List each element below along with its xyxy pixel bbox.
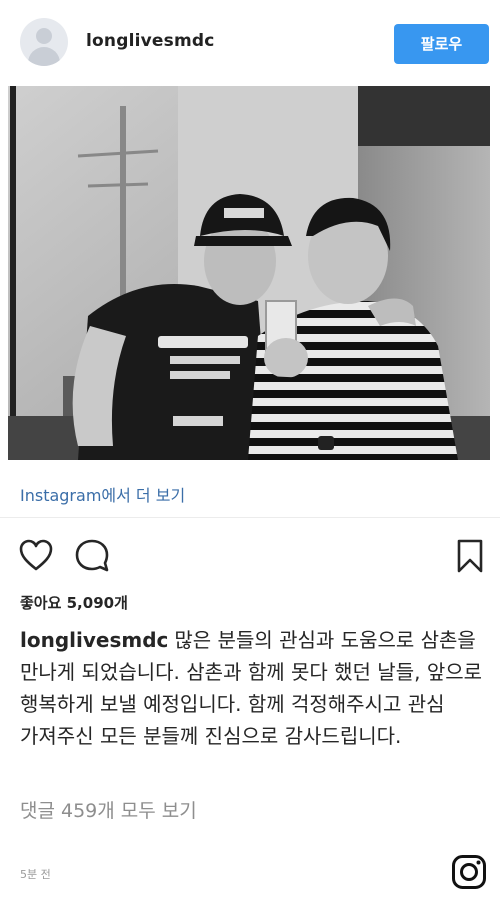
view-more-link[interactable]: Instagram에서 더 보기 [20,482,185,506]
username-link[interactable]: longlivesmdc [86,31,215,51]
comment-icon[interactable] [74,538,110,574]
instagram-logo-icon[interactable] [451,854,487,890]
post-caption: longlivesmdc 많은 분들의 관심과 도움으로 삼촌을 만나게 되었습니… [20,624,490,752]
likes-count[interactable]: 좋아요 5,090개 [20,592,128,613]
follow-button[interactable]: 팔로우 [394,24,489,64]
instagram-embed: longlivesmdc 팔로우 Instagram에서 더 보기 좋아요 5,… [0,0,500,899]
avatar-placeholder-head [36,28,52,44]
bookmark-icon[interactable] [452,538,488,574]
view-all-comments-link[interactable]: 댓글 459개 모두 보기 [20,796,197,823]
post-header: longlivesmdc 팔로우 [0,0,500,86]
avatar[interactable] [20,18,68,66]
action-bar [0,530,500,580]
post-timestamp: 5분 전 [20,868,51,881]
view-more-on-instagram[interactable]: Instagram에서 더 보기 [0,460,500,518]
post-photo[interactable] [8,86,490,460]
caption-username[interactable]: longlivesmdc [20,628,168,652]
heart-icon[interactable] [18,538,54,574]
avatar-placeholder-body [28,47,60,66]
